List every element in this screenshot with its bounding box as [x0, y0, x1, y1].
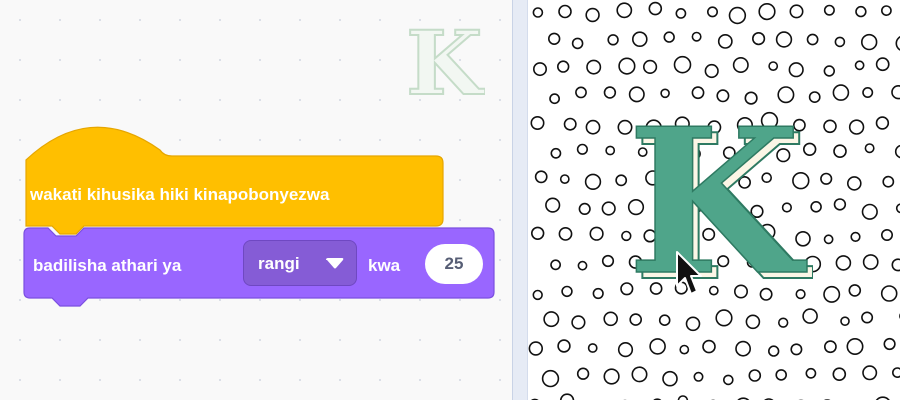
effect-dropdown[interactable]: rangi	[243, 240, 357, 286]
effect-block-middle: kwa	[368, 256, 401, 275]
change-effect-block[interactable]	[0, 0, 512, 400]
sprite-k[interactable]: K K	[623, 100, 813, 300]
effect-dropdown-value: rangi	[258, 254, 300, 273]
effect-value-input[interactable]: 25	[425, 244, 483, 284]
code-workspace[interactable]: K wakati kihusika hiki kinapobonyezwa ba…	[0, 0, 512, 400]
stage[interactable]: K K	[528, 0, 900, 400]
effect-block-prefix: badilisha athari ya	[33, 256, 182, 275]
stage-divider[interactable]	[512, 0, 528, 400]
svg-text:K: K	[627, 100, 807, 300]
mouse-pointer-icon	[676, 251, 702, 295]
chevron-down-icon	[326, 258, 344, 269]
effect-value-text: 25	[444, 254, 464, 273]
